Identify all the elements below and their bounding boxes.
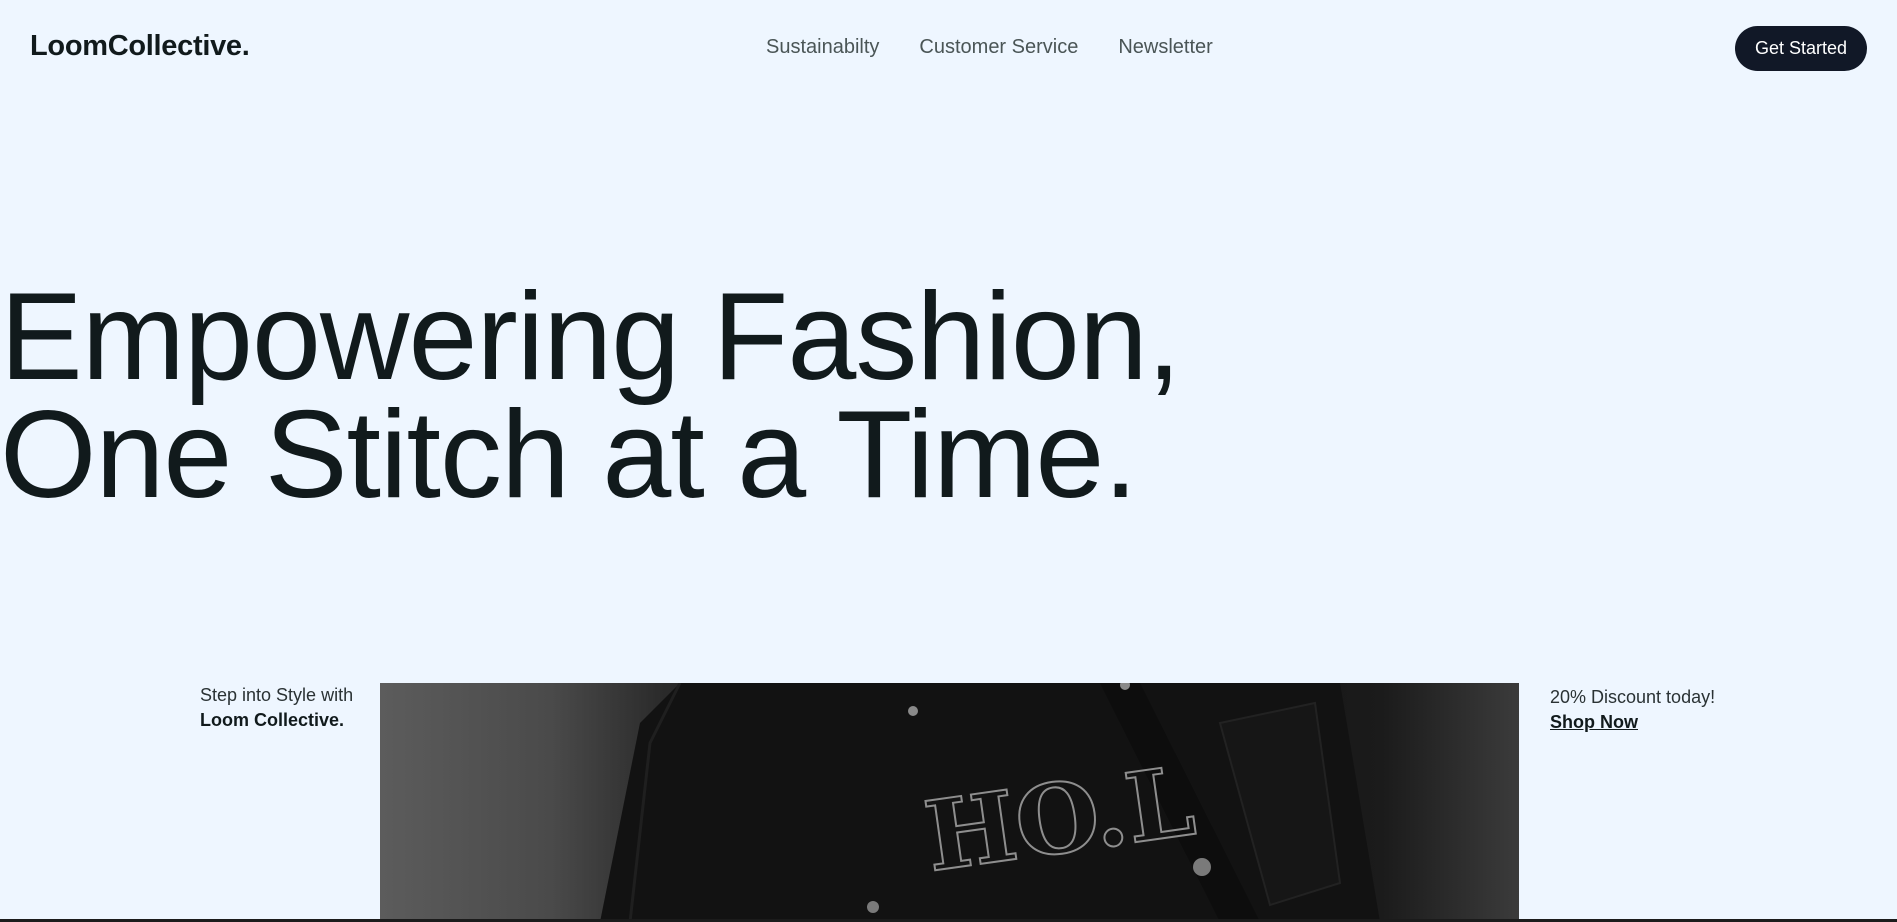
get-started-button[interactable]: Get Started: [1735, 26, 1867, 71]
logo[interactable]: LoomCollective.: [30, 30, 250, 63]
jacket-illustration: HO.L: [600, 683, 1380, 922]
promo-left-line-1: Step into Style with: [200, 685, 354, 705]
page: LoomCollective. Sustainabilty Customer S…: [0, 0, 1897, 922]
shop-now-link[interactable]: Shop Now: [1550, 710, 1715, 735]
hero-heading: Empowering Fashion, One Stitch at a Time…: [0, 268, 1181, 524]
hero-line-1: Empowering Fashion,: [0, 268, 1181, 406]
hero-line-2: One Stitch at a Time.: [0, 386, 1138, 524]
promo-left-brand: Loom Collective.: [200, 710, 345, 730]
promo-left: Step into Style with Loom Collective.: [200, 683, 353, 733]
nav-link-newsletter[interactable]: Newsletter: [1118, 36, 1212, 59]
button-dot: [908, 706, 918, 716]
main-nav: Sustainabilty Customer Service Newslette…: [766, 36, 1213, 59]
nav-link-sustainability[interactable]: Sustainabilty: [766, 36, 879, 59]
hero-photo: HO.L: [380, 683, 1519, 922]
nav-link-customer-service[interactable]: Customer Service: [919, 36, 1078, 59]
promo-right: 20% Discount today! Shop Now: [1550, 685, 1715, 735]
discount-text: 20% Discount today!: [1550, 687, 1716, 707]
